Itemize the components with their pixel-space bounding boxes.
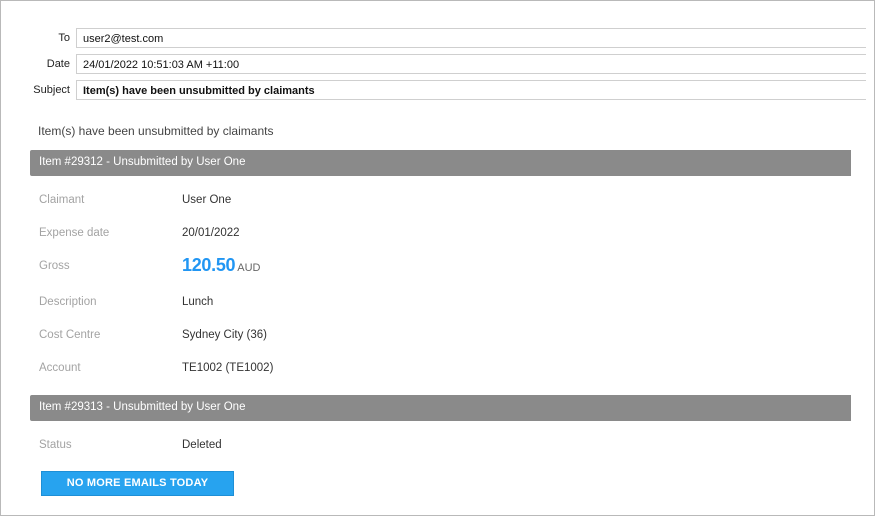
item-section-header: Item #29312 - Unsubmitted by User One: [30, 150, 851, 176]
to-field[interactable]: user2@test.com: [76, 28, 866, 48]
intro-text: Item(s) have been unsubmitted by claiman…: [38, 124, 274, 138]
item-section-title: Item #29312 - Unsubmitted by User One: [39, 156, 246, 168]
description-label: Description: [39, 296, 97, 308]
gross-currency: AUD: [237, 262, 261, 274]
date-label: Date: [46, 58, 70, 70]
description-value: Lunch: [182, 296, 214, 308]
gross-amount: 120.50: [182, 255, 236, 275]
expense-date-label: Expense date: [39, 227, 110, 239]
item-section-header: Item #29313 - Unsubmitted by User One: [30, 395, 851, 421]
to-label: To: [58, 32, 70, 44]
item-section-title: Item #29313 - Unsubmitted by User One: [39, 401, 246, 413]
to-row: To user2@test.com: [1, 28, 875, 50]
status-label: Status: [39, 439, 72, 451]
account-label: Account: [39, 362, 81, 374]
status-value: Deleted: [182, 439, 222, 451]
subject-row: Subject Item(s) have been unsubmitted by…: [1, 80, 875, 102]
cost-centre-label: Cost Centre: [39, 329, 101, 341]
gross-label: Gross: [39, 260, 70, 272]
date-field[interactable]: 24/01/2022 10:51:03 AM +11:00: [76, 54, 866, 74]
claimant-value: User One: [182, 194, 232, 206]
subject-label: Subject: [33, 84, 70, 96]
account-value: TE1002 (TE1002): [182, 362, 274, 374]
email-preview-frame: To user2@test.com Date 24/01/2022 10:51:…: [0, 0, 875, 516]
subject-field[interactable]: Item(s) have been unsubmitted by claiman…: [76, 80, 866, 100]
expense-date-value: 20/01/2022: [182, 227, 240, 239]
claimant-label: Claimant: [39, 194, 85, 206]
cost-centre-value: Sydney City (36): [182, 329, 268, 341]
gross-value: 120.50 AUD: [182, 255, 261, 276]
date-row: Date 24/01/2022 10:51:03 AM +11:00: [1, 54, 875, 76]
no-more-emails-button[interactable]: NO MORE EMAILS TODAY: [41, 471, 234, 496]
